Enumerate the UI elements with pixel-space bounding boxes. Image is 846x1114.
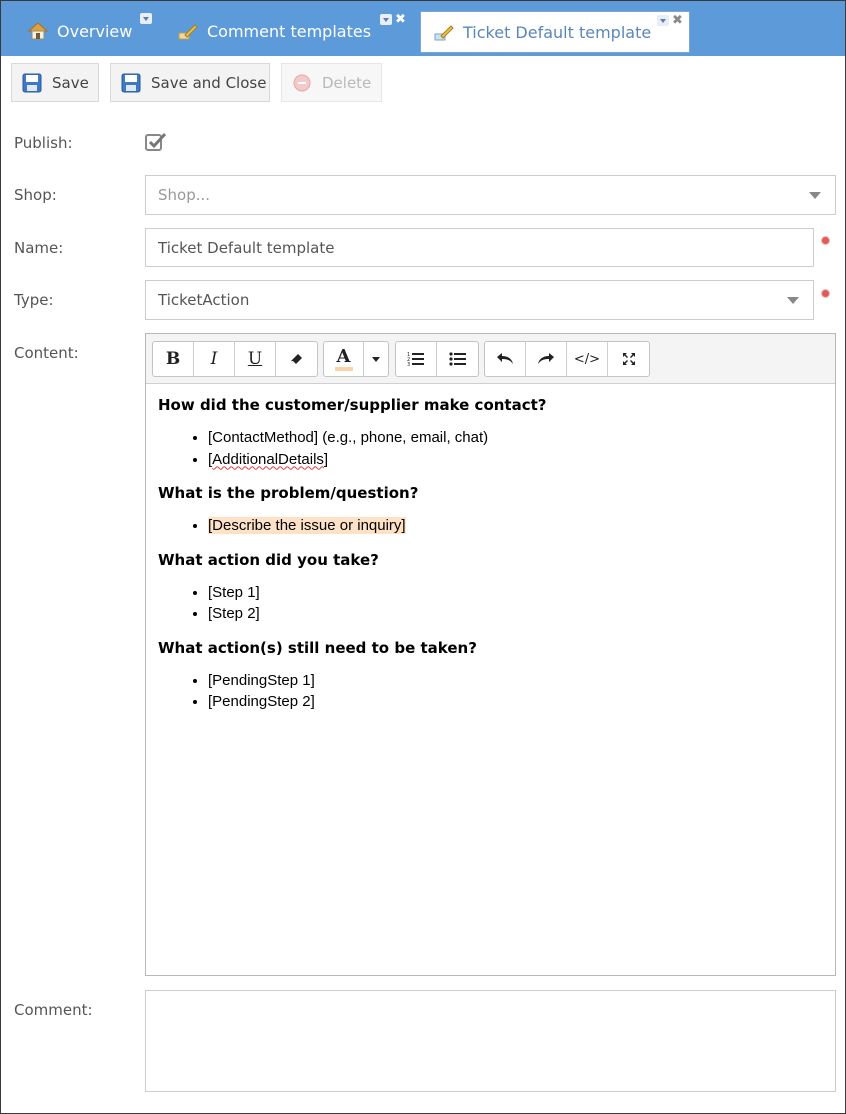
delete-button[interactable]: Delete <box>281 63 382 102</box>
minus-circle-icon <box>292 73 312 93</box>
comment-label: Comment: <box>14 1001 93 1019</box>
section-heading: How did the customer/supplier make conta… <box>158 396 547 414</box>
shop-select-placeholder: Shop... <box>158 186 211 204</box>
floppy-disk-icon <box>121 73 141 93</box>
list-item: [Describe the issue or inquiry] <box>208 515 818 537</box>
underline-button[interactable]: U <box>235 342 276 376</box>
editor-content[interactable]: How did the customer/supplier make conta… <box>158 396 818 727</box>
rich-text-editor: B I U A 1 2 3 </> How did the customer/s… <box>145 333 836 976</box>
list-item: [ContactMethod] (e.g., phone, email, cha… <box>208 427 818 449</box>
section-heading: What action(s) still need to be taken? <box>158 638 477 657</box>
ordered-list-button[interactable]: 1 2 3 <box>396 342 437 376</box>
save-button[interactable]: Save <box>11 63 99 102</box>
tab-overview[interactable]: Overview <box>27 9 132 53</box>
highlighted-text: [Describe the issue or inquiry] <box>208 517 406 534</box>
tab-overview-menu[interactable] <box>140 13 152 24</box>
name-label: Name: <box>14 239 64 257</box>
expand-icon <box>622 353 635 365</box>
undo-button[interactable] <box>485 342 526 376</box>
editor-toolbar: B I U A 1 2 3 </> <box>146 334 835 384</box>
eraser-icon <box>290 354 302 364</box>
required-indicator <box>822 237 829 244</box>
section-heading: What action did you take? <box>158 550 379 569</box>
bold-button[interactable]: B <box>153 342 194 376</box>
redo-button[interactable] <box>526 342 567 376</box>
section-list: [Describe the issue or inquiry] <box>208 515 818 537</box>
tab-comment-templates[interactable]: Comment templates <box>177 9 371 53</box>
list-item: [Step 2] <box>208 603 818 625</box>
close-icon[interactable]: ✖ <box>672 14 683 27</box>
save-button-label: Save <box>52 73 89 92</box>
publish-checkbox[interactable] <box>145 132 167 152</box>
edit-icon <box>177 20 199 42</box>
italic-button[interactable]: I <box>194 342 235 376</box>
tab-ticket-default-template[interactable]: Ticket Default template <box>420 11 690 53</box>
floppy-disk-icon <box>22 73 42 93</box>
text-color-dropdown[interactable] <box>364 342 388 376</box>
tab-comment-templates-controls: ✖ <box>380 13 406 26</box>
color-button-group: A <box>323 341 389 377</box>
tab-bar: Overview Comment templates ✖ Ticket Defa… <box>1 1 845 56</box>
chevron-down-icon[interactable] <box>140 13 152 24</box>
text-color-button[interactable]: A <box>324 342 364 376</box>
list-item: [Step 1] <box>208 582 818 604</box>
chevron-down-icon[interactable] <box>657 15 669 26</box>
list-item: [PendingStep 1] <box>208 670 818 692</box>
format-button-group: B I U <box>152 341 318 377</box>
tab-label: Overview <box>57 21 133 41</box>
list-item: [AdditionalDetails] <box>208 449 818 471</box>
chevron-down-icon <box>787 297 799 304</box>
list-button-group: 1 2 3 <box>395 341 479 377</box>
numbered-list-icon: 1 2 3 <box>407 352 424 367</box>
chevron-down-icon <box>809 192 821 199</box>
name-input-value: Ticket Default template <box>158 238 335 257</box>
spellcheck-word: AdditionalDetails <box>212 450 324 468</box>
view-html-button[interactable]: </> <box>567 342 608 376</box>
section-list: [PendingStep 1] [PendingStep 2] <box>208 670 818 713</box>
publish-label: Publish: <box>14 134 73 152</box>
shop-select[interactable]: Shop... <box>145 175 836 215</box>
color-swatch <box>334 366 353 371</box>
list-item: [PendingStep 2] <box>208 691 818 713</box>
checkmark-icon <box>145 132 167 151</box>
tab-label: Comment templates <box>207 21 372 41</box>
chevron-down-icon[interactable] <box>380 14 392 25</box>
edit-button-group: </> <box>484 341 650 377</box>
fullscreen-button[interactable] <box>608 342 649 376</box>
clear-formatting-button[interactable] <box>276 342 317 376</box>
section-heading: What is the problem/question? <box>158 484 419 502</box>
tab-ticket-default-template-controls: ✖ <box>657 14 683 27</box>
tab-label: Ticket Default template <box>463 22 652 42</box>
redo-icon <box>538 353 554 364</box>
delete-button-label: Delete <box>322 73 372 92</box>
home-icon <box>27 20 49 42</box>
save-and-close-button-label: Save and Close <box>151 73 267 92</box>
chevron-down-icon <box>372 356 380 362</box>
save-and-close-button[interactable]: Save and Close <box>110 63 270 102</box>
content-label: Content: <box>14 344 79 362</box>
name-input[interactable]: Ticket Default template <box>145 228 814 267</box>
close-icon[interactable]: ✖ <box>395 13 406 26</box>
required-indicator <box>822 290 829 297</box>
type-select[interactable]: TicketAction <box>145 280 814 320</box>
shop-label: Shop: <box>14 186 57 204</box>
section-list: [ContactMethod] (e.g., phone, email, cha… <box>208 427 818 470</box>
type-label: Type: <box>14 291 54 309</box>
bullet-list-icon <box>448 352 466 366</box>
comment-textarea[interactable] <box>145 990 836 1092</box>
undo-icon <box>497 353 513 364</box>
bullet-list-button[interactable] <box>437 342 478 376</box>
section-list: [Step 1] [Step 2] <box>208 582 818 625</box>
edit-icon <box>433 21 455 43</box>
svg-text:3: 3 <box>407 362 410 367</box>
type-select-value: TicketAction <box>158 291 250 309</box>
